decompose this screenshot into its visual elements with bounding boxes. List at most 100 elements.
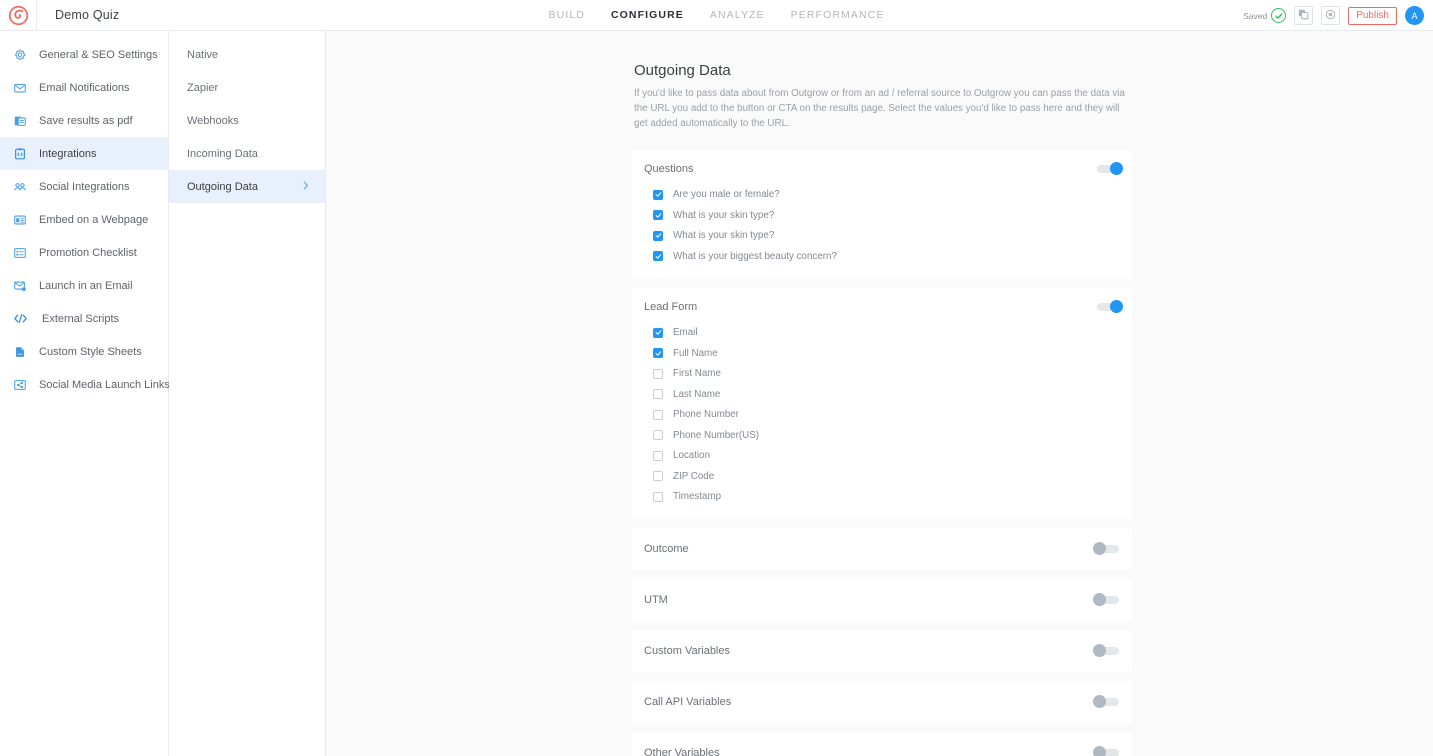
sidebar-item-email-notifications[interactable]: Email Notifications [0, 71, 168, 104]
list-item[interactable]: First Name [644, 364, 1120, 385]
checkbox-unchecked-icon[interactable] [653, 368, 663, 379]
subpanel-item-webhooks[interactable]: Webhooks [169, 104, 325, 137]
card-title: Custom Variables [644, 645, 730, 658]
sidebar-item-launch-in-an-email[interactable]: Launch in an Email [0, 269, 168, 302]
card-other-variables: Other Variables [632, 732, 1132, 756]
card-title: Questions [644, 162, 694, 175]
sidebar-item-label: Integrations [39, 147, 97, 160]
sidebar-item-embed-on-a-webpage[interactable]: Embed on a Webpage [0, 203, 168, 236]
sidebar-item-general-seo-settings[interactable]: General & SEO Settings [0, 38, 168, 71]
list-item[interactable]: Full Name [644, 343, 1120, 364]
list-item[interactable]: What is your skin type? [644, 226, 1120, 247]
checkbox-unchecked-icon[interactable] [653, 430, 663, 441]
css-file-icon: css [11, 343, 29, 361]
integrations-subpanel: Native Zapier Webhooks Incoming Data Out… [169, 31, 326, 756]
checkbox-checked-icon[interactable] [653, 327, 663, 338]
checkbox-unchecked-icon[interactable] [653, 450, 663, 461]
subpanel-item-label: Outgoing Data [187, 180, 258, 193]
checkbox-checked-icon[interactable] [653, 230, 663, 241]
card-header: Lead Form [644, 299, 1123, 315]
subpanel-item-label: Zapier [187, 81, 219, 94]
list-item[interactable]: What is your skin type? [644, 205, 1120, 226]
list-item[interactable]: Last Name [644, 384, 1120, 405]
code-brackets-icon [11, 310, 29, 328]
checkbox-label: Phone Number [673, 409, 739, 421]
card-utm: UTM [632, 579, 1132, 622]
sidebar-item-social-media-launch-links[interactable]: Social Media Launch Links [0, 368, 170, 401]
subpanel-item-native[interactable]: Native [169, 38, 325, 71]
toggle-knob [1093, 644, 1106, 658]
list-item[interactable]: Location [644, 446, 1120, 467]
card-title: Call API Variables [644, 696, 732, 709]
toggle-knob [1110, 299, 1123, 313]
list-item[interactable]: Email [644, 323, 1120, 344]
sidebar-item-custom-style-sheets[interactable]: css Custom Style Sheets [0, 335, 168, 368]
tab-configure[interactable]: CONFIGURE [611, 9, 684, 21]
sidebar-item-external-scripts[interactable]: External Scripts [0, 302, 168, 335]
card-custom-variables: Custom Variables [632, 630, 1132, 673]
list-item[interactable]: Phone Number [644, 405, 1120, 426]
toggle-other-variables[interactable] [1093, 746, 1119, 756]
toggle-knob [1093, 542, 1106, 556]
toggle-utm[interactable] [1093, 593, 1119, 607]
logo[interactable] [0, 0, 37, 31]
sidebar-item-label: Launch in an Email [39, 279, 133, 292]
toggle-knob [1110, 161, 1123, 175]
checkbox-label: Location [673, 450, 711, 462]
gear-icon [11, 46, 29, 64]
top-navigation: BUILD CONFIGURE ANALYZE PERFORMANCE [0, 9, 1433, 21]
list-item[interactable]: Are you male or female? [644, 185, 1120, 206]
section-title: Outgoing Data [634, 62, 731, 79]
checkbox-label: What is your skin type? [673, 209, 775, 221]
chevron-right-icon [303, 180, 309, 193]
sidebar-item-integrations[interactable]: Integrations [0, 137, 168, 170]
sidebar-item-social-integrations[interactable]: Social Integrations [0, 170, 168, 203]
checkbox-label: Last Name [673, 388, 721, 400]
subpanel-item-label: Webhooks [187, 114, 239, 127]
checkbox-checked-icon[interactable] [653, 251, 663, 262]
tab-build[interactable]: BUILD [549, 9, 585, 21]
checkbox-checked-icon[interactable] [653, 348, 663, 359]
preview-button[interactable] [1321, 6, 1341, 25]
questions-checkbox-list: Are you male or female? What is your ski… [644, 185, 1120, 267]
list-item[interactable]: What is your biggest beauty concern? [644, 246, 1120, 267]
sidebar-item-label: Custom Style Sheets [39, 345, 142, 358]
section-description: If you'd like to pass data about from Ou… [634, 88, 1125, 130]
checkbox-unchecked-icon[interactable] [653, 471, 663, 482]
subpanel-item-incoming-data[interactable]: Incoming Data [169, 137, 325, 170]
list-item[interactable]: Timestamp [644, 487, 1120, 508]
toggle-knob [1093, 695, 1106, 709]
sidebar-item-label: Promotion Checklist [39, 246, 137, 259]
sidebar-item-save-results-as-pdf[interactable]: Save results as pdf [0, 104, 168, 137]
sidebar-item-promotion-checklist[interactable]: Promotion Checklist [0, 236, 168, 269]
card-title: Lead Form [644, 300, 698, 313]
avatar[interactable]: A [1405, 6, 1424, 25]
publish-button[interactable]: Publish [1348, 6, 1397, 25]
checkbox-unchecked-icon[interactable] [653, 389, 663, 400]
tab-performance[interactable]: PERFORMANCE [791, 9, 885, 21]
page-title: Demo Quiz [55, 8, 120, 22]
checkbox-checked-icon[interactable] [653, 210, 663, 221]
toggle-call-api-variables[interactable] [1093, 695, 1119, 709]
card-title: Other Variables [644, 747, 720, 756]
toggle-lead-form[interactable] [1097, 299, 1123, 313]
subpanel-item-zapier[interactable]: Zapier [169, 71, 325, 104]
subpanel-item-outgoing-data[interactable]: Outgoing Data [169, 170, 325, 203]
card-outcome: Outcome [632, 528, 1132, 571]
checkbox-unchecked-icon[interactable] [653, 491, 663, 502]
list-item[interactable]: ZIP Code [644, 466, 1120, 487]
duplicate-button[interactable] [1294, 6, 1314, 25]
toggle-custom-variables[interactable] [1093, 644, 1119, 658]
tab-analyze[interactable]: ANALYZE [710, 9, 765, 21]
toggle-questions[interactable] [1097, 161, 1123, 175]
checkbox-unchecked-icon[interactable] [653, 409, 663, 420]
list-item[interactable]: Phone Number(US) [644, 425, 1120, 446]
sidebar-item-label: Embed on a Webpage [39, 213, 149, 226]
embed-window-icon [11, 211, 29, 229]
toggle-knob [1093, 746, 1106, 756]
toggle-outcome[interactable] [1093, 542, 1119, 556]
checkbox-label: Full Name [673, 347, 718, 359]
card-header: Questions [644, 161, 1123, 177]
card-title: Outcome [644, 543, 689, 556]
checkbox-checked-icon[interactable] [653, 189, 663, 200]
